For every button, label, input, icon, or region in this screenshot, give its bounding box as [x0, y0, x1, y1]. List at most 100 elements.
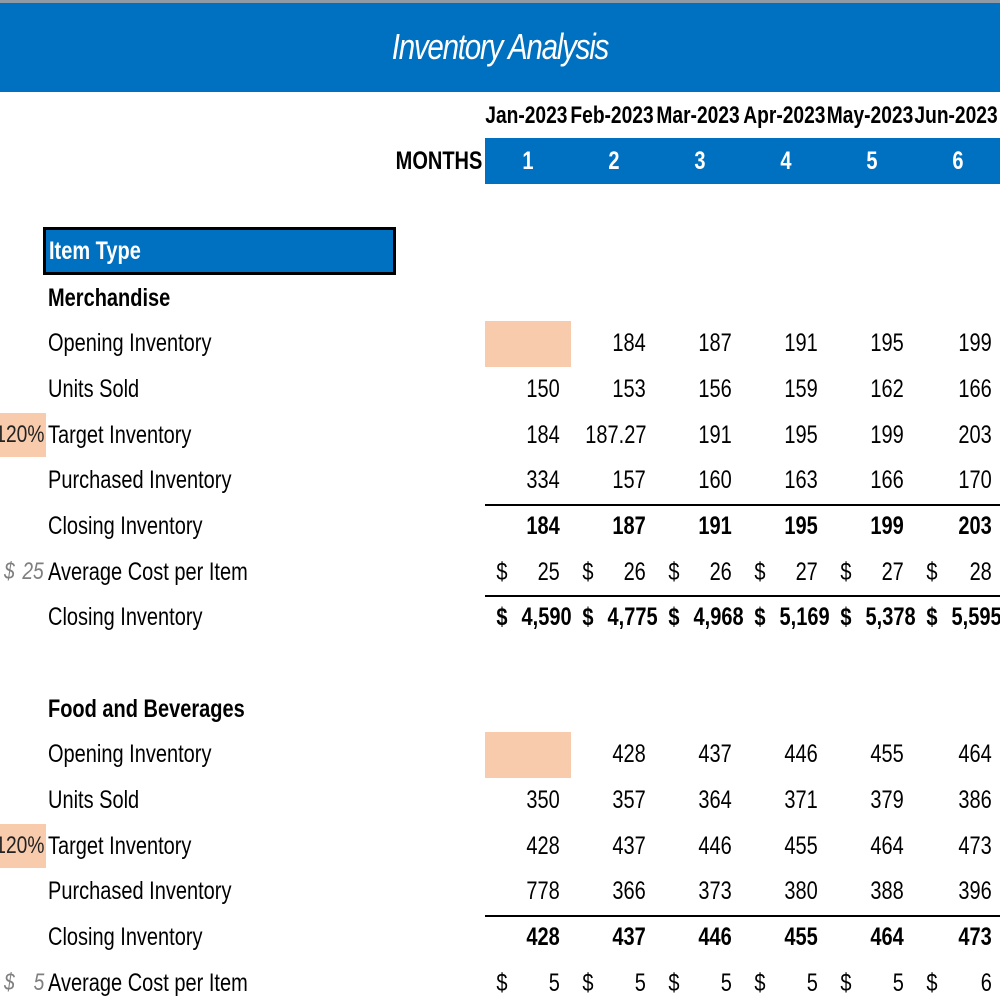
- title-banner: Inventory Analysis: [0, 3, 1000, 92]
- value-cell: 203: [915, 413, 1000, 457]
- currency-symbol: $: [926, 603, 938, 632]
- cell-value: 428: [526, 923, 560, 951]
- cell-value: 396: [958, 877, 992, 906]
- cell-value: 379: [870, 785, 904, 814]
- value-cell: $5: [657, 961, 742, 1000]
- row-label: Closing Inventory: [48, 603, 203, 632]
- value-cell: 428: [571, 733, 656, 777]
- cell-value: 159: [784, 374, 818, 403]
- value-cell: 428: [485, 916, 570, 960]
- cell-value: 27: [881, 557, 904, 586]
- month-number: 4: [779, 146, 792, 175]
- cell-value: 5: [806, 968, 818, 997]
- row-label: Units Sold: [48, 374, 140, 403]
- value-cell: $4,590: [485, 596, 571, 640]
- cell-value: 446: [698, 923, 732, 951]
- value-cell: 455: [743, 824, 828, 868]
- row-label: Purchased Inventory: [48, 466, 232, 495]
- cell-value: 199: [870, 512, 904, 540]
- value-cell: 191: [657, 413, 742, 457]
- value-cell: 464: [829, 916, 914, 960]
- value-cell: 191: [743, 322, 828, 366]
- currency-symbol: $: [668, 968, 680, 997]
- month-number: 1: [521, 146, 534, 175]
- cell-value: 184: [526, 512, 560, 540]
- value-cell: $28: [915, 550, 1000, 594]
- cell-value: 26: [709, 557, 732, 586]
- item-type-header: Item Type: [43, 227, 396, 275]
- month-date-header: May-2023: [827, 102, 914, 129]
- value-cell: 203: [915, 505, 1000, 549]
- cell-value: 160: [698, 466, 732, 495]
- target-inventory-pct-input[interactable]: 120%: [0, 824, 46, 869]
- value-cell: 380: [743, 870, 828, 914]
- value-cell: 366: [571, 870, 656, 914]
- cell-value: 191: [784, 329, 818, 358]
- value-cell: 156: [657, 367, 742, 411]
- cell-value: 373: [698, 877, 732, 906]
- month-number: 6: [951, 146, 964, 175]
- row-label: Target Inventory: [48, 831, 192, 860]
- value-cell: 386: [915, 778, 1000, 822]
- cell-value: 5,595: [951, 603, 1000, 632]
- value-cell: 187: [571, 505, 656, 549]
- month-date-header: Mar-2023: [656, 102, 741, 129]
- cell-value: 5: [720, 968, 732, 997]
- cell-value: 157: [612, 466, 646, 495]
- month-number: 2: [607, 146, 620, 175]
- avg-cost-assumption-input[interactable]: $25: [0, 550, 46, 594]
- opening-inventory-input[interactable]: [485, 320, 571, 367]
- cell-value: 455: [784, 831, 818, 860]
- currency-symbol: $: [668, 603, 680, 632]
- cell-value: 380: [784, 877, 818, 906]
- value-cell: 473: [915, 824, 1000, 868]
- cell-value: 473: [958, 831, 992, 860]
- value-cell: 437: [571, 824, 656, 868]
- cell-value: 386: [958, 785, 992, 814]
- cell-value: 187: [612, 512, 646, 540]
- cell-value: 464: [870, 923, 904, 951]
- cell-value: 199: [958, 329, 992, 358]
- cell-value: 150: [526, 374, 560, 403]
- currency-symbol: $: [668, 557, 680, 586]
- avg-cost-assumption-input[interactable]: $5: [0, 961, 46, 1000]
- currency-symbol: $: [840, 968, 852, 997]
- value-cell: $26: [571, 550, 656, 594]
- row-label: Opening Inventory: [48, 329, 212, 358]
- value-cell: 334: [485, 459, 570, 503]
- currency-symbol: $: [926, 557, 938, 586]
- month-date-header: Jan-2023: [485, 102, 568, 129]
- value-cell: 166: [829, 459, 914, 503]
- row-label: Closing Inventory: [48, 512, 203, 540]
- value-cell: $5: [829, 961, 914, 1000]
- value-cell: 371: [743, 778, 828, 822]
- row-label: Target Inventory: [48, 420, 192, 449]
- month-date-header: Feb-2023: [570, 102, 655, 129]
- target-inventory-pct-input[interactable]: 120%: [0, 413, 46, 458]
- month-date-header: Apr-2023: [743, 102, 826, 129]
- value-cell: $5,169: [743, 596, 829, 640]
- value-cell: 157: [571, 459, 656, 503]
- cell-value: 357: [612, 785, 646, 814]
- value-cell: 455: [743, 916, 828, 960]
- value-cell: $6: [915, 961, 1000, 1000]
- cell-value: 27: [795, 557, 818, 586]
- cell-value: 350: [526, 785, 560, 814]
- value-cell: 455: [829, 733, 914, 777]
- opening-inventory-input[interactable]: [485, 731, 571, 778]
- currency-symbol: $: [754, 603, 766, 632]
- value-cell: 428: [485, 824, 570, 868]
- cell-value: 778: [526, 877, 560, 906]
- month-number: 3: [693, 146, 706, 175]
- currency-symbol: $: [582, 557, 594, 586]
- cell-value: 156: [698, 374, 732, 403]
- value-cell: $26: [657, 550, 742, 594]
- row-label: Average Cost per Item: [48, 968, 248, 997]
- currency-symbol: $: [496, 557, 508, 586]
- page-title: Inventory Analysis: [391, 25, 610, 67]
- value-cell: 473: [915, 916, 1000, 960]
- value-cell: 446: [743, 733, 828, 777]
- value-cell: $5,378: [829, 596, 915, 640]
- cell-value: 446: [784, 740, 818, 769]
- value-cell: 162: [829, 367, 914, 411]
